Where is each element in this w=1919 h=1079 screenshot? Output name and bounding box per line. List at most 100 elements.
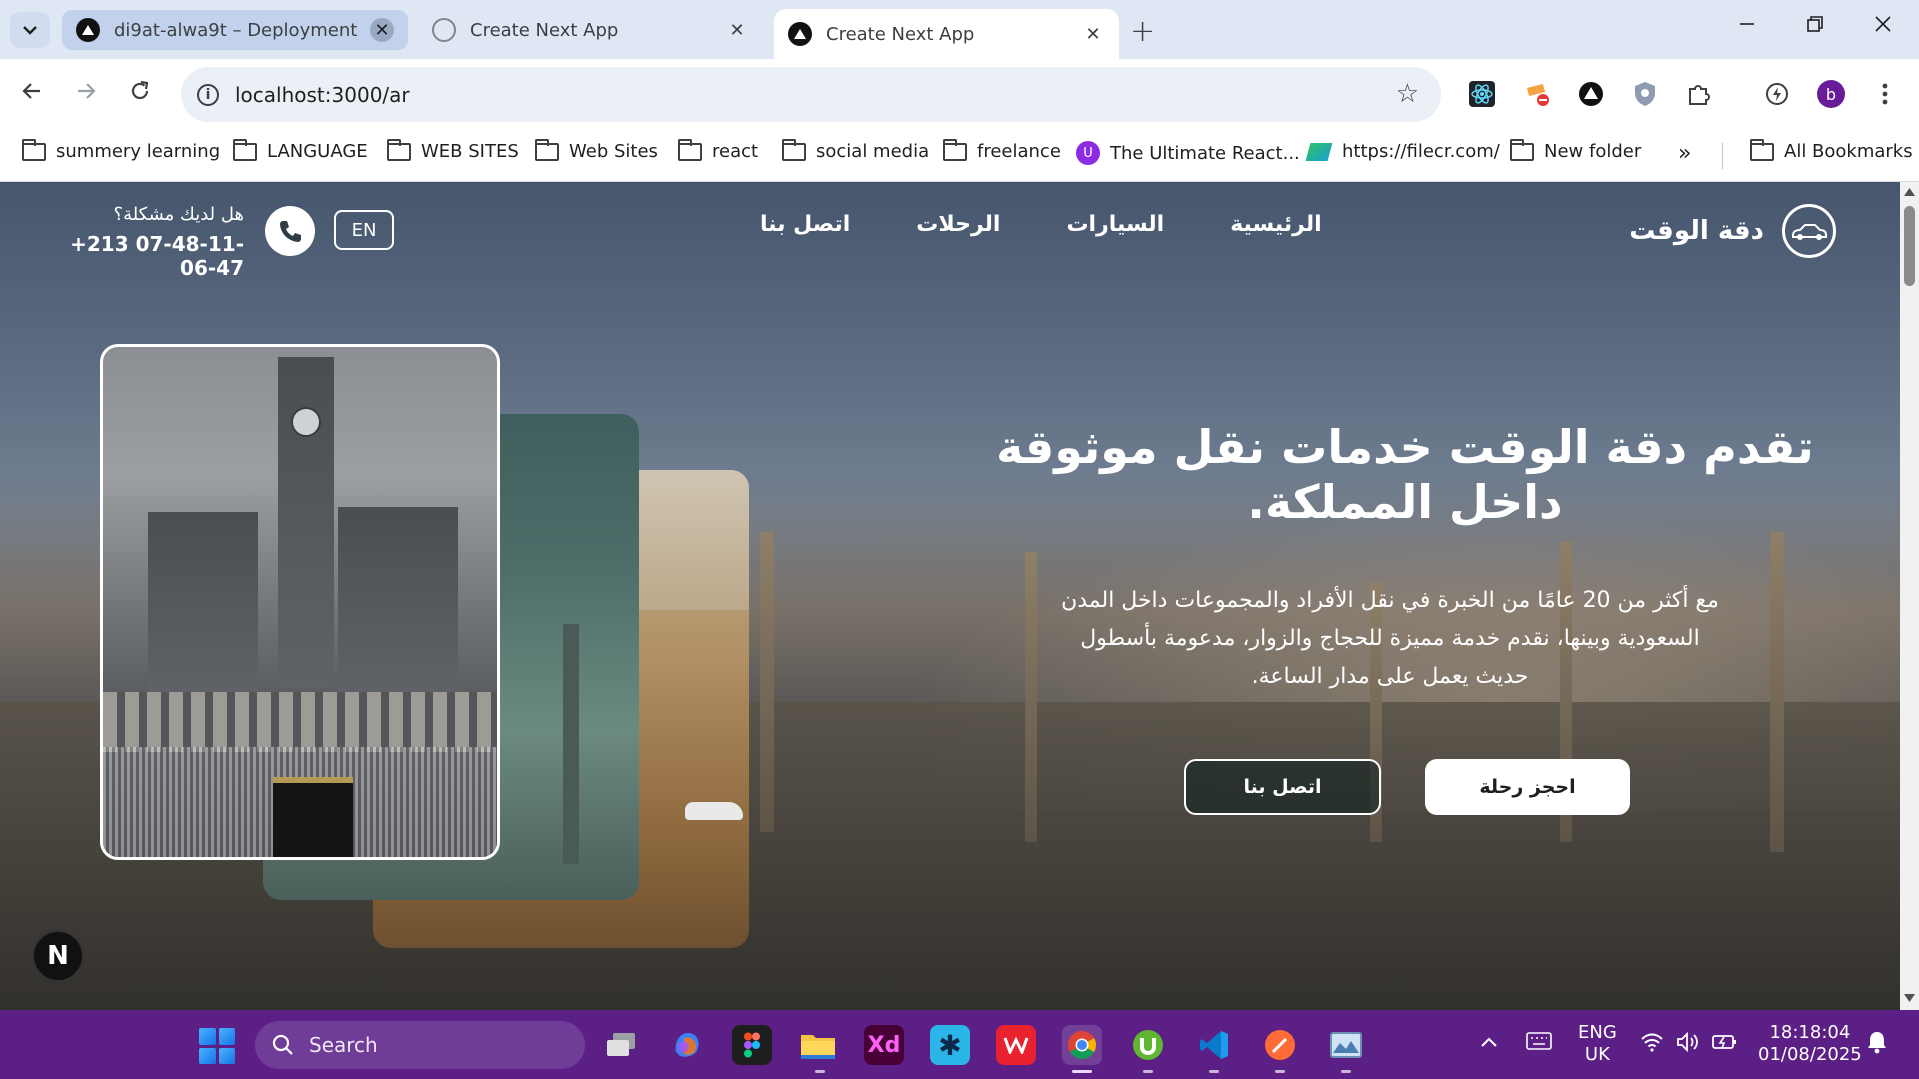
bookmark-folder[interactable]: react [678, 138, 759, 162]
copilot-icon[interactable] [667, 1025, 707, 1065]
extensions-puzzle-icon[interactable] [1684, 79, 1714, 109]
scroll-down-icon[interactable] [1904, 994, 1915, 1002]
running-indicator [1275, 1070, 1285, 1073]
bookmark-folder[interactable]: LANGUAGE [233, 138, 368, 162]
bookmark-label: Web Sites [569, 141, 658, 162]
bookmark-link[interactable]: U The Ultimate React... [1076, 141, 1300, 165]
windows-start-icon[interactable] [199, 1028, 235, 1064]
performance-icon[interactable] [1762, 79, 1792, 109]
tab-deployment[interactable]: di9at-alwa9t – Deployment Ove ✕ [62, 10, 408, 50]
battery-charging-icon[interactable] [1712, 1032, 1738, 1058]
help-phone-number[interactable]: +213 07-48-11-06-47 [44, 232, 244, 280]
bookmark-label: LANGUAGE [267, 141, 368, 162]
task-view-icon[interactable] [601, 1025, 641, 1065]
profile-avatar[interactable]: b [1816, 79, 1846, 109]
close-window-icon[interactable] [1874, 14, 1892, 39]
search-placeholder: Search [309, 1033, 378, 1057]
site-info-icon[interactable]: i [197, 83, 219, 106]
running-indicator [1209, 1070, 1219, 1073]
nextjs-dev-indicator[interactable]: N [32, 930, 84, 982]
bookmark-star-icon[interactable]: ☆ [1396, 79, 1419, 109]
filecr-icon [1305, 142, 1333, 161]
browser-toolbar: i localhost:3000/ar ☆ b [0, 59, 1919, 129]
bookmark-folder[interactable]: Web Sites [535, 138, 658, 162]
running-indicator [815, 1070, 825, 1073]
background-minaret [760, 532, 774, 832]
extension-blocked-icon[interactable] [1522, 79, 1552, 109]
nav-cars[interactable]: السيارات [1066, 212, 1164, 237]
kaaba [273, 777, 353, 857]
bookmark-folder[interactable]: WEB SITES [387, 138, 519, 162]
makkah-clock-tower-card [100, 344, 500, 860]
bookmark-folder[interactable]: social media [782, 138, 929, 162]
brand[interactable]: دقة الوقت [1629, 204, 1836, 258]
chrome-icon[interactable] [1062, 1025, 1102, 1065]
restore-icon[interactable] [1806, 14, 1824, 39]
menu-dots-icon[interactable] [1870, 79, 1900, 109]
shield-icon[interactable] [1630, 79, 1660, 109]
chevron-down-icon [23, 26, 37, 35]
address-bar[interactable]: i localhost:3000/ar ☆ [181, 67, 1441, 122]
snipping-tool-icon[interactable]: ✱ [930, 1025, 970, 1065]
figma-icon[interactable] [732, 1025, 772, 1065]
keyboard-icon[interactable] [1526, 1032, 1552, 1056]
tower-left [148, 512, 258, 692]
nav-contact[interactable]: اتصل بنا [760, 212, 850, 237]
notification-bell-icon[interactable] [1866, 1030, 1888, 1060]
clock[interactable]: 18:18:04 01/08/2025 [1758, 1022, 1862, 1066]
page-scrollbar[interactable] [1900, 182, 1919, 1010]
chevron-up-icon[interactable] [1480, 1032, 1498, 1054]
brand-name: دقة الوقت [1629, 216, 1764, 246]
bookmark-folder[interactable]: freelance [943, 138, 1061, 162]
tab-create-next-app-active[interactable]: Create Next App ✕ [774, 9, 1119, 59]
contact-us-button[interactable]: اتصل بنا [1184, 759, 1381, 815]
wps-office-icon[interactable] [996, 1025, 1036, 1065]
scroll-thumb[interactable] [1904, 206, 1915, 286]
tab-create-next-app[interactable]: Create Next App ✕ [418, 9, 763, 51]
bookmarks-overflow-button[interactable]: » [1678, 141, 1691, 166]
hero-description: مع أكثر من 20 عامًا من الخبرة في نقل الأ… [1061, 588, 1719, 689]
tab-search-button[interactable] [10, 12, 50, 48]
back-arrow-icon[interactable] [20, 79, 44, 110]
image-viewer-icon[interactable] [1326, 1025, 1366, 1065]
adobe-xd-icon[interactable]: Xd [864, 1025, 904, 1065]
hero-section: دقة الوقت الرئيسية السيارات الرحلات اتصل… [0, 182, 1900, 1010]
volume-icon[interactable] [1676, 1031, 1700, 1058]
all-bookmarks-button[interactable]: All Bookmarks [1750, 138, 1913, 162]
nav-home[interactable]: الرئيسية [1230, 212, 1321, 237]
bookmark-folder[interactable]: New folder [1510, 138, 1641, 162]
taskbar-search[interactable]: Search [255, 1021, 585, 1069]
close-tab-icon[interactable]: ✕ [370, 18, 394, 42]
nav-trips[interactable]: الرحلات [916, 212, 1000, 237]
folder-icon [233, 138, 257, 161]
postman-icon[interactable] [1260, 1025, 1300, 1065]
car-logo-icon [1782, 204, 1836, 258]
vscode-icon[interactable] [1194, 1025, 1234, 1065]
book-trip-button[interactable]: احجز رحلة [1425, 759, 1630, 815]
bookmark-label: freelance [977, 141, 1061, 162]
reload-icon[interactable] [128, 79, 152, 110]
bookmark-label: All Bookmarks [1784, 141, 1913, 162]
close-tab-icon[interactable]: ✕ [1081, 22, 1105, 46]
scroll-up-icon[interactable] [1904, 188, 1915, 196]
bookmark-link[interactable]: https://filecr.com/ [1305, 141, 1500, 162]
vercel-extension-icon[interactable] [1576, 79, 1606, 109]
language-indicator[interactable]: ENG UK [1578, 1022, 1617, 1066]
forward-arrow-icon[interactable] [74, 79, 98, 110]
clock-date: 01/08/2025 [1758, 1044, 1862, 1065]
language-toggle-button[interactable]: EN [334, 210, 394, 250]
phone-icon[interactable] [265, 206, 315, 256]
wifi-icon[interactable] [1640, 1032, 1664, 1058]
minimize-icon[interactable] [1738, 14, 1756, 39]
bookmark-label: react [712, 141, 759, 162]
folder-icon [943, 138, 967, 161]
new-tab-button[interactable]: + [1130, 14, 1155, 49]
background-minaret [1770, 532, 1784, 852]
folder-icon [387, 138, 411, 161]
url-text[interactable]: localhost:3000/ar [235, 83, 410, 107]
react-devtools-icon[interactable] [1467, 79, 1497, 109]
file-explorer-icon[interactable] [798, 1025, 838, 1065]
utorrent-icon[interactable] [1128, 1025, 1168, 1065]
bookmark-folder[interactable]: summery learning [22, 138, 220, 162]
close-tab-icon[interactable]: ✕ [725, 18, 749, 42]
